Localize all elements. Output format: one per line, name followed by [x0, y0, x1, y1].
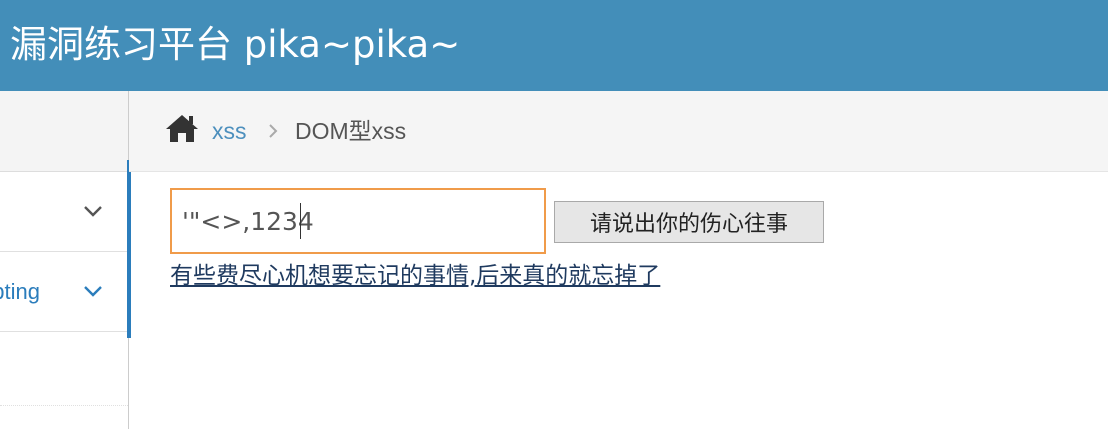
- sidebar-item-collapsed[interactable]: [0, 172, 128, 252]
- sidebar: Cross-Site Scripting: [0, 91, 129, 429]
- xss-text-input[interactable]: [170, 188, 546, 254]
- dom-output-link[interactable]: 有些费尽心机想要忘记的事情,后来真的就忘掉了: [170, 258, 660, 294]
- chevron-down-icon: [84, 206, 102, 217]
- sidebar-subitem[interactable]: [0, 333, 128, 406]
- chevron-down-icon: [84, 286, 102, 297]
- sidebar-item-xss[interactable]: Cross-Site Scripting: [0, 252, 128, 332]
- sidebar-item-label: Cross-Site Scripting: [0, 279, 40, 304]
- top-navbar: 漏洞练习平台 pika~pika~: [0, 0, 1108, 91]
- breadcrumb: xss DOM型xss: [129, 91, 1108, 172]
- home-icon: [166, 115, 198, 142]
- app-title[interactable]: 漏洞练习平台 pika~pika~: [10, 20, 460, 70]
- breadcrumb-current: DOM型xss: [295, 118, 407, 144]
- submit-button[interactable]: 请说出你的伤心往事: [554, 201, 824, 243]
- breadcrumb-link-xss[interactable]: xss: [212, 113, 247, 149]
- sidebar-active-indicator: [127, 160, 131, 338]
- text-cursor: [300, 203, 301, 239]
- chevron-right-icon: [269, 124, 278, 138]
- sidebar-shortcuts: [0, 91, 128, 172]
